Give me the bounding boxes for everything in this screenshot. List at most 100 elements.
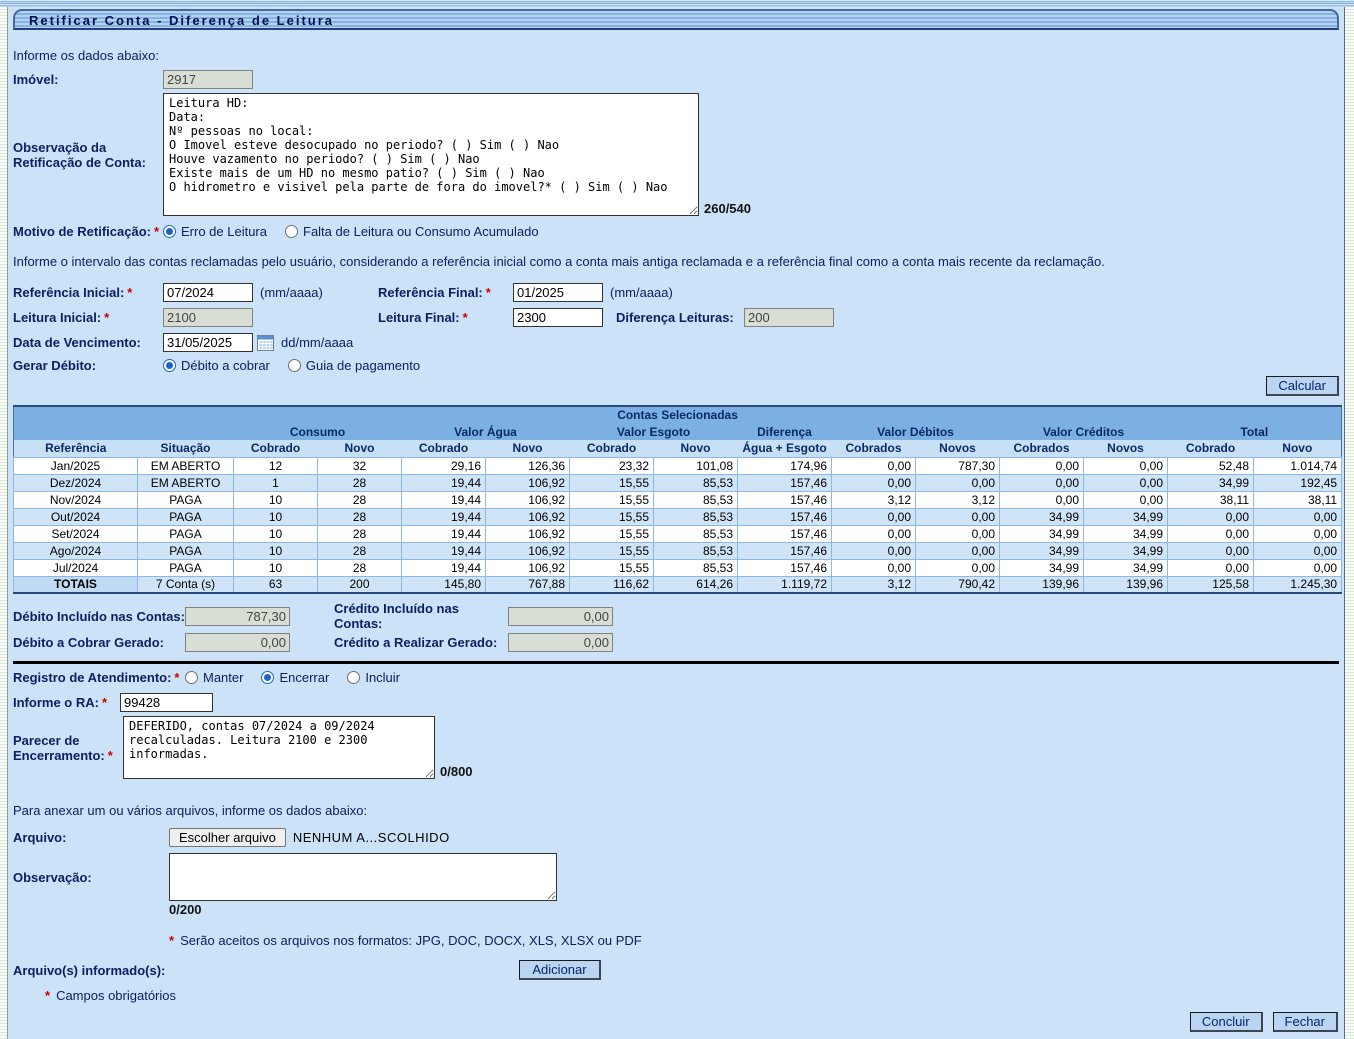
adicionar-button[interactable]: Adicionar (519, 960, 601, 980)
totals-cell: 200 (318, 576, 402, 593)
campos-obrigatorios-text: Campos obrigatórios (56, 988, 176, 1003)
motivo-option-label: Falta de Leitura ou Consumo Acumulado (303, 224, 539, 239)
radio-encerrar-icon[interactable] (261, 671, 274, 684)
table-cell: 10 (234, 525, 318, 542)
table-cell: 15,55 (570, 525, 654, 542)
concluir-button[interactable]: Concluir (1190, 1012, 1263, 1032)
gerar-debito-option-guia[interactable]: Guia de pagamento (288, 358, 420, 373)
table-column-header: Água + Esgoto (738, 440, 832, 457)
table-cell: 787,30 (916, 457, 1000, 474)
table-cell: 28 (318, 559, 402, 576)
table-group-header: Valor Água (402, 423, 570, 440)
contas-groups-row: ConsumoValor ÁguaValor EsgotoDiferençaVa… (14, 423, 1342, 440)
table-cell: 28 (318, 525, 402, 542)
calcular-button[interactable]: Calcular (1266, 376, 1339, 396)
table-row: Ago/2024PAGA102819,44106,9215,5585,53157… (14, 542, 1342, 559)
table-cell: Ago/2024 (14, 542, 138, 559)
motivo-retificacao-row: Motivo de Retificação:* Erro de Leitura … (13, 224, 1339, 239)
registro-option-manter[interactable]: Manter (185, 670, 243, 685)
table-cell: 29,16 (402, 457, 486, 474)
escolher-arquivo-button[interactable]: Escolher arquivo (169, 828, 286, 847)
calendar-icon[interactable] (257, 335, 274, 351)
table-cell: 106,92 (486, 525, 570, 542)
table-cell: 10 (234, 491, 318, 508)
radio-incluir-icon[interactable] (347, 671, 360, 684)
table-row: Jul/2024PAGA102819,44106,9215,5585,53157… (14, 559, 1342, 576)
registro-option-incluir[interactable]: Incluir (347, 670, 400, 685)
observacao-retificacao-textarea[interactable]: Leitura HD: Data: Nº pessoas no local: O… (163, 93, 699, 216)
radio-guia-pagamento-icon[interactable] (288, 359, 301, 372)
anexo-observacao-counter-row: 0/200 (169, 902, 1339, 917)
table-cell: 0,00 (832, 525, 916, 542)
table-cell: PAGA (138, 508, 234, 525)
debito-incluido-label: Débito Incluído nas Contas: (13, 609, 185, 624)
informe-ra-row: Informe o RA:* (13, 693, 1339, 712)
leitura-final-field[interactable] (513, 308, 603, 327)
table-column-header: Cobrado (1168, 440, 1254, 457)
totals-label-cell: TOTAIS (14, 576, 138, 593)
table-cell: 192,45 (1254, 474, 1342, 491)
radio-debito-cobrar-icon[interactable] (163, 359, 176, 372)
registro-option-label: Manter (203, 670, 243, 685)
table-cell: 0,00 (1254, 525, 1342, 542)
arquivos-informados-row: Arquivo(s) informado(s): Adicionar (13, 960, 1339, 980)
parecer-encerramento-counter: 0/800 (440, 764, 473, 779)
table-cell: 19,44 (402, 559, 486, 576)
table-cell: 34,99 (1000, 559, 1084, 576)
contas-totals-row: TOTAIS7 Conta (s)63200145,80767,88116,62… (14, 576, 1342, 593)
arquivo-row: Arquivo: Escolher arquivo NENHUM A...SCO… (13, 828, 1339, 847)
observacao-retificacao-counter: 260/540 (704, 201, 751, 216)
table-cell: 23,32 (570, 457, 654, 474)
referencia-final-field[interactable] (513, 283, 603, 302)
totals-cell: 767,88 (486, 576, 570, 593)
radio-falta-leitura-icon[interactable] (285, 225, 298, 238)
table-cell: 106,92 (486, 559, 570, 576)
contas-columns-row: ReferênciaSituaçãoCobradoNovoCobradoNovo… (14, 440, 1342, 457)
table-cell: Dez/2024 (14, 474, 138, 491)
campos-obrigatorios-row: * Campos obrigatórios (45, 988, 1339, 1003)
anexo-observacao-textarea[interactable] (169, 853, 557, 901)
debito-cobrar-field (185, 633, 290, 652)
table-cell: 38,11 (1254, 491, 1342, 508)
fechar-button[interactable]: Fechar (1273, 1012, 1338, 1032)
motivo-option-erro-leitura[interactable]: Erro de Leitura (163, 224, 267, 239)
data-vencimento-row: Data de Vencimento: dd/mm/aaaa (13, 333, 1339, 352)
registro-option-label: Incluir (365, 670, 400, 685)
referencia-inicial-field[interactable] (163, 283, 253, 302)
leitura-final-label: Leitura Final:* (378, 310, 513, 325)
table-cell: 157,46 (738, 559, 832, 576)
required-asterisk: * (102, 695, 107, 710)
imovel-row: Imóvel: (13, 70, 1339, 89)
table-cell: 34,99 (1000, 525, 1084, 542)
table-cell: 0,00 (1000, 474, 1084, 491)
radio-erro-leitura-icon[interactable] (163, 225, 176, 238)
totals-cell: 3,12 (832, 576, 916, 593)
formatos-row: * Serão aceitos os arquivos nos formatos… (169, 933, 1339, 948)
informe-ra-field[interactable] (120, 693, 213, 712)
registro-option-encerrar[interactable]: Encerrar (261, 670, 329, 685)
table-cell: 19,44 (402, 474, 486, 491)
retificar-conta-form: Retificar Conta - Diferença de Leitura I… (13, 7, 1339, 1003)
motivo-option-falta-leitura[interactable]: Falta de Leitura ou Consumo Acumulado (285, 224, 539, 239)
informe-ra-label: Informe o RA:* (13, 695, 120, 710)
table-column-header: Novo (486, 440, 570, 457)
table-cell: PAGA (138, 525, 234, 542)
arquivo-label: Arquivo: (13, 830, 169, 845)
table-cell: 34,99 (1084, 525, 1168, 542)
table-cell: 0,00 (916, 525, 1000, 542)
table-cell: 28 (318, 542, 402, 559)
table-cell: 126,36 (486, 457, 570, 474)
radio-manter-icon[interactable] (185, 671, 198, 684)
parecer-encerramento-textarea[interactable]: DEFERIDO, contas 07/2024 a 09/2024 recal… (123, 716, 435, 779)
table-cell: 34,99 (1084, 508, 1168, 525)
table-cell: Out/2024 (14, 508, 138, 525)
gerar-debito-option-debito[interactable]: Débito a cobrar (163, 358, 270, 373)
anexo-observacao-counter: 0/200 (169, 902, 202, 917)
data-vencimento-field[interactable] (163, 333, 253, 352)
table-row: Out/2024PAGA102819,44106,9215,5585,53157… (14, 508, 1342, 525)
table-cell: PAGA (138, 559, 234, 576)
table-cell: 106,92 (486, 474, 570, 491)
referencia-row: Referência Inicial:* (mm/aaaa) Referênci… (13, 283, 1339, 302)
table-cell: 10 (234, 508, 318, 525)
table-cell: 38,11 (1168, 491, 1254, 508)
